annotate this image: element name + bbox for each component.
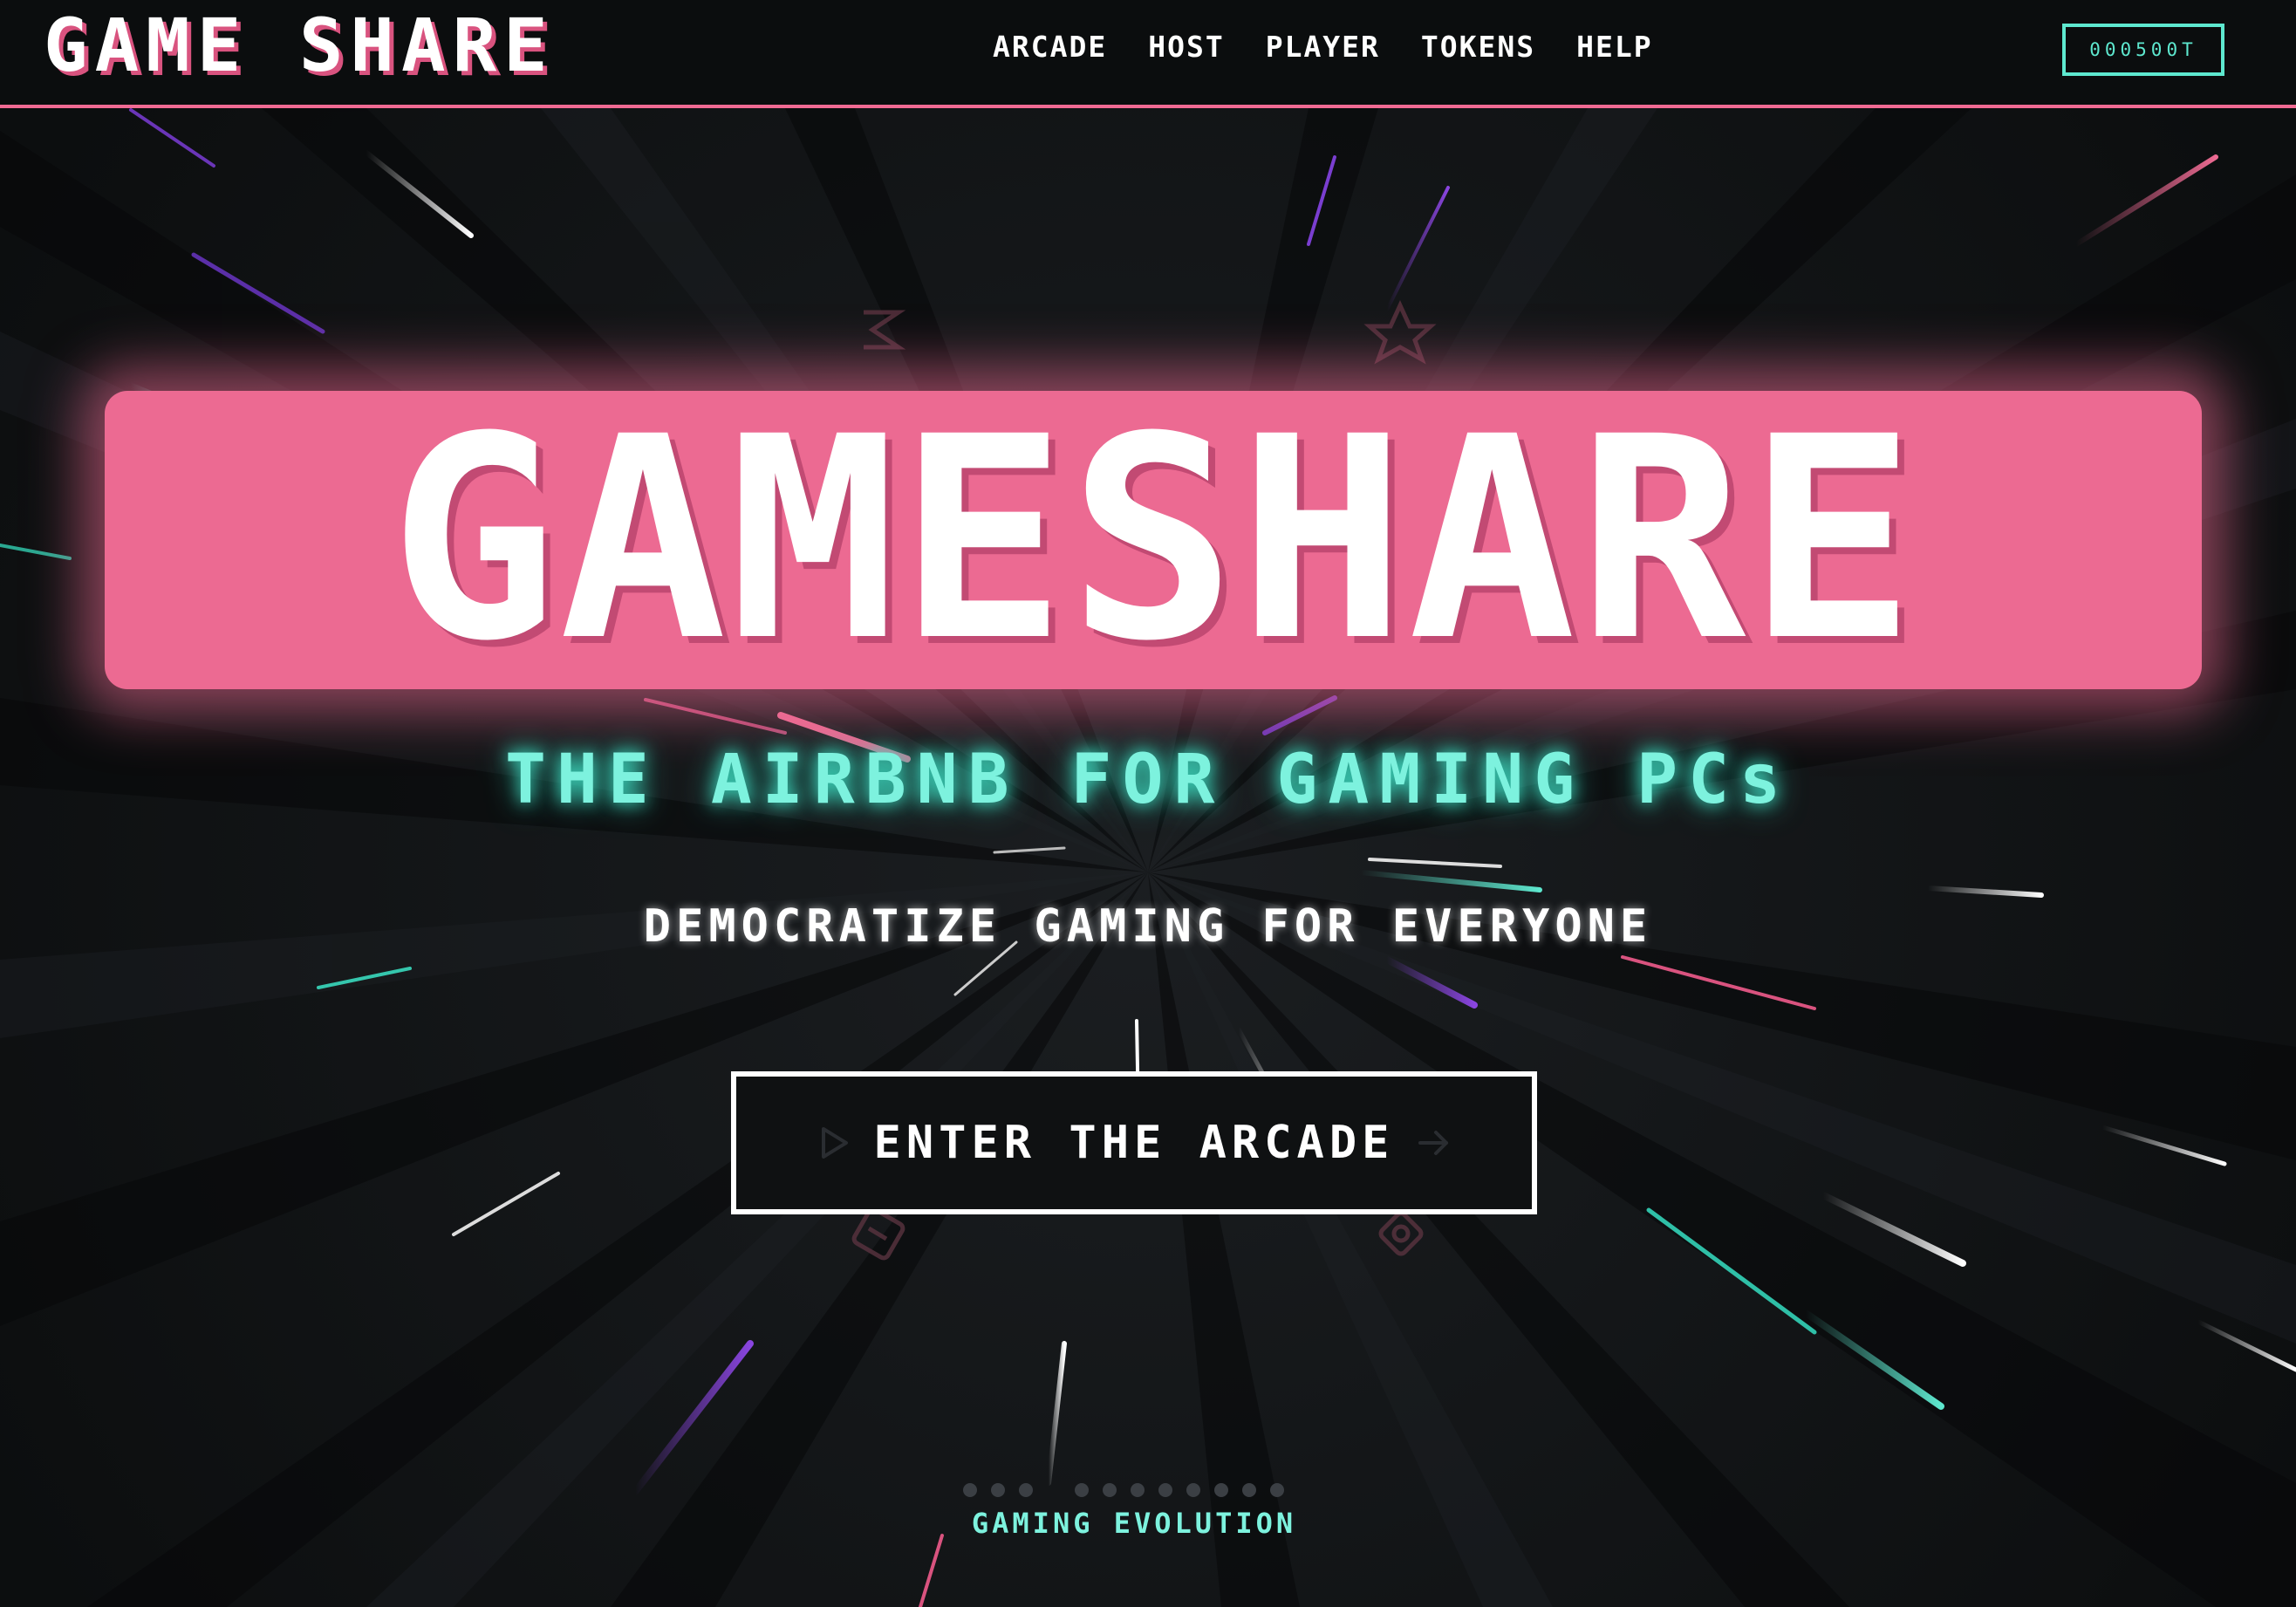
pager-dot[interactable]	[1131, 1483, 1145, 1497]
pager-dot[interactable]	[1270, 1483, 1284, 1497]
pager-label: GAMING EVOLUTION	[971, 1507, 1297, 1540]
slide-pager	[963, 1483, 1284, 1497]
pager-dot[interactable]	[1075, 1483, 1089, 1497]
play-icon	[821, 1127, 848, 1159]
pager-dot[interactable]	[1214, 1483, 1228, 1497]
pager-dot[interactable]	[1103, 1483, 1117, 1497]
hero-starburst-background	[0, 108, 2296, 1607]
nav-item-arcade[interactable]: ARCADE	[993, 28, 1107, 66]
enter-arcade-label: ENTER THE ARCADE	[873, 1117, 1395, 1169]
hero-title: GAMESHARE	[389, 378, 1917, 702]
pager-dot[interactable]	[1158, 1483, 1172, 1497]
pager-dot[interactable]	[1019, 1483, 1033, 1497]
enter-arcade-button[interactable]: ENTER THE ARCADE	[731, 1071, 1537, 1214]
nav-item-tokens[interactable]: TOKENS	[1421, 28, 1535, 66]
site-logo[interactable]: GAME SHARE	[44, 3, 555, 87]
token-balance-badge[interactable]: 000500T	[2062, 24, 2224, 76]
main-nav: ARCADE HOST PLAYER TOKENS HELP	[993, 28, 1653, 66]
hero-tagline: THE AIRBNB FOR GAMING PCs	[505, 741, 1791, 819]
nav-item-player[interactable]: PLAYER	[1266, 28, 1380, 66]
arrow-right-icon	[1418, 1131, 1449, 1155]
hero-subtitle: DEMOCRATIZE GAMING FOR EVERYONE	[643, 900, 1653, 953]
nav-item-host[interactable]: HOST	[1148, 28, 1224, 66]
pager-dot[interactable]	[963, 1483, 977, 1497]
nav-item-help[interactable]: HELP	[1576, 28, 1652, 66]
pager-dot[interactable]	[1242, 1483, 1256, 1497]
pager-dot[interactable]	[991, 1483, 1005, 1497]
top-nav-bar: GAME SHARE ARCADE HOST PLAYER TOKENS HEL…	[0, 0, 2296, 108]
pager-dot[interactable]	[1186, 1483, 1200, 1497]
